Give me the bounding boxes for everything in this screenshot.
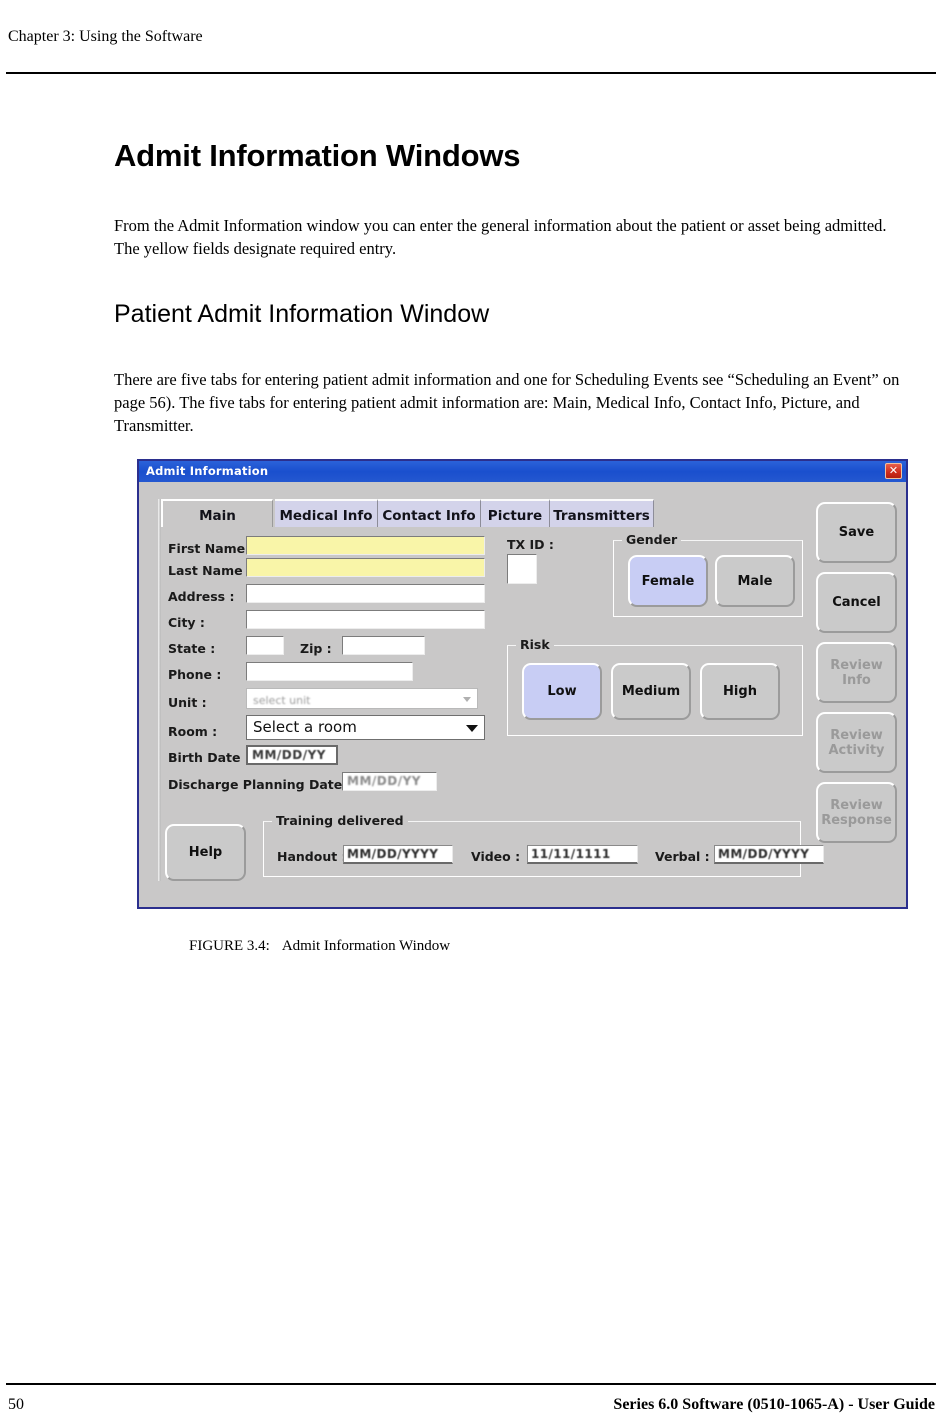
unit-label: Unit : (168, 695, 207, 710)
gender-group-title: Gender (622, 532, 682, 547)
tab-main[interactable]: Main (161, 499, 273, 527)
subsection-heading-patient-admit-information-window: Patient Admit Information Window (114, 300, 490, 328)
review-info-button[interactable]: Review Info (816, 642, 897, 703)
tab-contact-info[interactable]: Contact Info (378, 499, 481, 527)
first-name-input[interactable] (246, 536, 485, 555)
training-delivered-title: Training delivered (272, 813, 408, 828)
address-label: Address : (168, 589, 235, 604)
dialog-titlebar: Admit Information ✕ (139, 461, 906, 482)
city-input[interactable] (246, 610, 485, 629)
handout-date-input[interactable]: MM/DD/YYYY (343, 845, 453, 864)
video-date-input[interactable]: 11/11/1111 (527, 845, 638, 864)
birth-date-input[interactable]: MM/DD/YY (246, 745, 338, 765)
risk-group-title: Risk (516, 637, 554, 652)
tx-id-input[interactable] (507, 554, 537, 584)
header-divider (6, 72, 936, 74)
risk-group: Risk Low Medium High (507, 637, 803, 736)
handout-label: Handout : (277, 849, 347, 864)
risk-option-high[interactable]: High (700, 663, 780, 720)
verbal-date-input[interactable]: MM/DD/YYYY (714, 845, 824, 864)
verbal-label: Verbal : (655, 849, 710, 864)
figure-caption: FIGURE 3.4: Admit Information Window (189, 938, 450, 955)
gender-option-female[interactable]: Female (628, 555, 708, 607)
birth-date-label: Birth Date : (168, 750, 250, 765)
footer-divider (6, 1383, 936, 1385)
save-button[interactable]: Save (816, 502, 897, 563)
chevron-down-icon (463, 696, 471, 702)
state-label: State : (168, 641, 216, 656)
gender-option-male[interactable]: Male (715, 555, 795, 607)
tab-medical-info[interactable]: Medical Info (275, 499, 378, 527)
figure-caption-text: Admit Information Window (281, 938, 451, 954)
close-icon[interactable]: ✕ (885, 463, 902, 479)
risk-option-medium[interactable]: Medium (611, 663, 691, 720)
section-heading-admit-information-windows: Admit Information Windows (114, 138, 521, 173)
gender-group: Gender Female Male (613, 532, 803, 617)
admit-information-dialog: Admit Information ✕ Main Medical Info Co… (137, 459, 908, 909)
zip-input[interactable] (342, 636, 425, 655)
tab-transmitters[interactable]: Transmitters (550, 499, 654, 527)
state-input[interactable] (246, 636, 284, 655)
page-footer: 50 Series 6.0 Software (0510-1065-A) - U… (0, 1396, 941, 1418)
tabs-description-paragraph: There are five tabs for entering patient… (114, 370, 900, 435)
discharge-planning-date-input[interactable]: MM/DD/YY (342, 772, 437, 791)
address-input[interactable] (246, 584, 485, 603)
intro-paragraph: From the Admit Information window you ca… (114, 216, 887, 258)
video-label: Video : (471, 849, 521, 864)
phone-label: Phone : (168, 667, 222, 682)
dialog-body: Main Medical Info Contact Info Picture T… (139, 482, 906, 907)
last-name-label: Last Name : (168, 563, 252, 578)
cancel-button[interactable]: Cancel (816, 572, 897, 633)
city-label: City : (168, 615, 205, 630)
training-delivered-group: Training delivered Handout : MM/DD/YYYY … (263, 813, 824, 877)
help-button[interactable]: Help (165, 824, 246, 881)
last-name-input[interactable] (246, 558, 485, 577)
room-label: Room : (168, 724, 218, 739)
review-response-button[interactable]: Review Response (816, 782, 897, 843)
risk-option-low[interactable]: Low (522, 663, 602, 720)
tx-id-label: TX ID : (507, 537, 554, 552)
chapter-title: Chapter 3: Using the Software (8, 28, 203, 45)
first-name-label: First Name : (168, 541, 255, 556)
chevron-down-icon (466, 724, 478, 732)
zip-label: Zip : (300, 641, 332, 656)
unit-dropdown[interactable]: select unit (246, 688, 478, 709)
phone-input[interactable] (246, 662, 413, 681)
page-number: 50 (8, 1396, 24, 1413)
guide-title: Series 6.0 Software (0510-1065-A) - User… (613, 1396, 935, 1413)
tab-panel-left-edge (158, 499, 161, 881)
figure-label: FIGURE 3.4: (189, 938, 270, 954)
dialog-title: Admit Information (146, 464, 269, 478)
review-activity-button[interactable]: Review Activity (816, 712, 897, 773)
discharge-planning-date-label: Discharge Planning Date : (168, 777, 352, 792)
tab-picture[interactable]: Picture (481, 499, 550, 527)
room-dropdown[interactable]: Select a room (246, 715, 485, 740)
